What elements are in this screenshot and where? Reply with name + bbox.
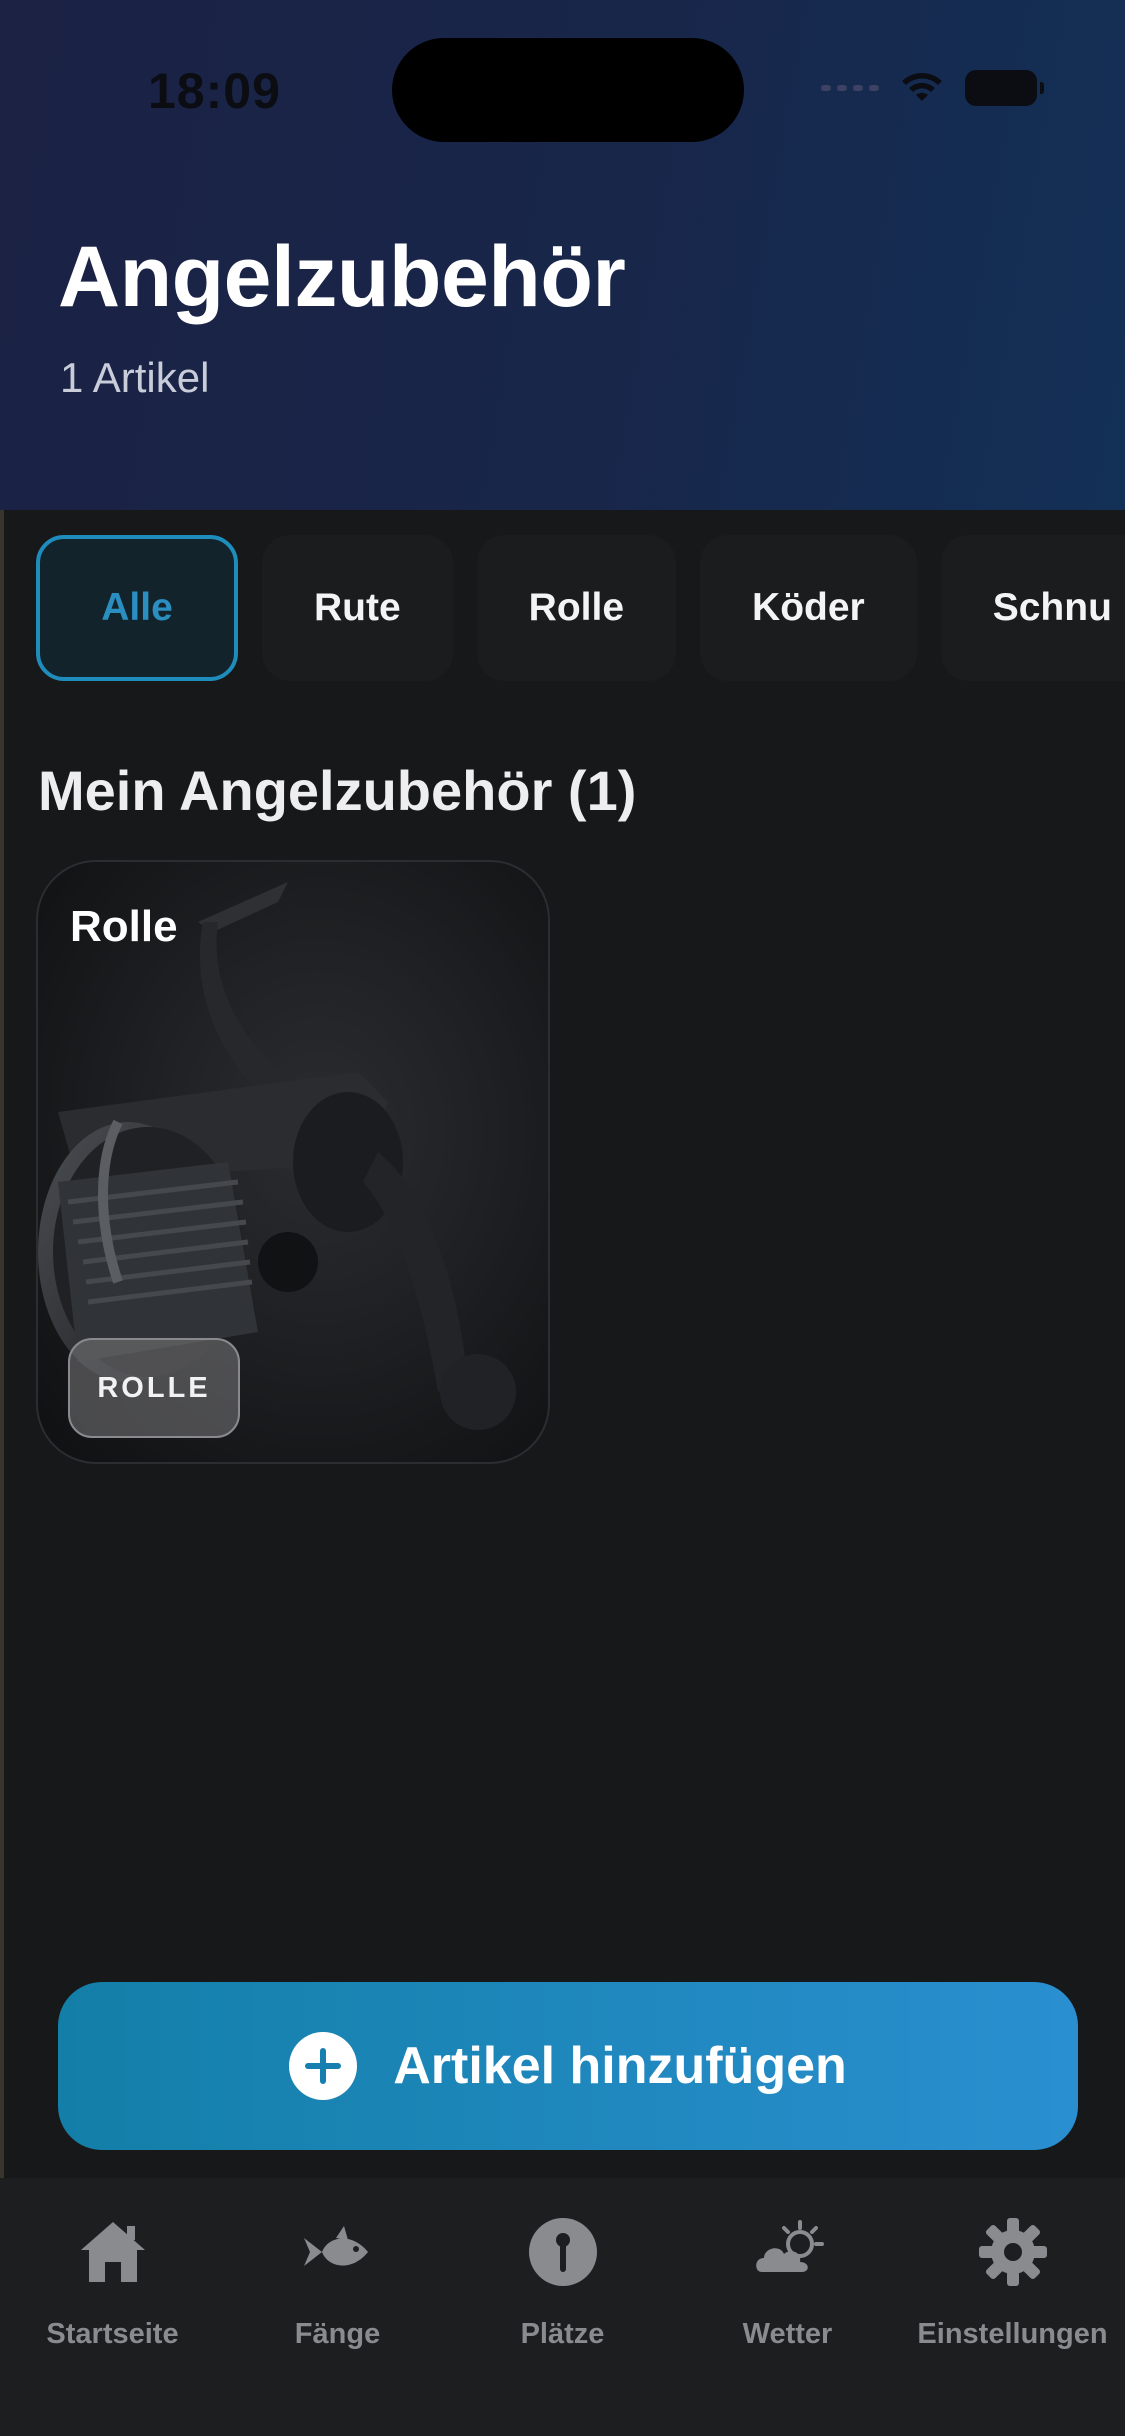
tab-bar: Startseite Fänge Plätze Wetter Einstellu… <box>0 2178 1125 2436</box>
item-count: 1 Artikel <box>60 354 210 401</box>
category-badge: ROLLE <box>68 1338 240 1438</box>
tab-einstellungen[interactable]: Einstellungen <box>900 2178 1125 2436</box>
map-pin-icon <box>528 2218 597 2286</box>
tab-plaetze[interactable]: Plätze <box>450 2178 675 2436</box>
tab-faenge[interactable]: Fänge <box>225 2178 450 2436</box>
filter-chip-rute[interactable]: Rute <box>262 535 453 681</box>
signal-icon <box>821 85 879 91</box>
tab-label: Einstellungen <box>917 2318 1108 2350</box>
wifi-icon <box>902 73 942 101</box>
tab-label: Fänge <box>294 2318 381 2350</box>
gear-icon <box>978 2218 1047 2286</box>
filter-chip-schnur[interactable]: Schnu <box>940 535 1125 681</box>
gear-card[interactable]: Rolle ROLLE <box>36 860 550 1464</box>
category-filter-bar: Alle Rute Rolle Köder Schnu <box>36 535 1125 681</box>
tab-label: Plätze <box>520 2318 605 2350</box>
dynamic-island <box>392 38 744 142</box>
home-icon <box>80 2222 145 2282</box>
header: 18:09 Angelzubehör 1 Artikel <box>0 0 1125 510</box>
battery-icon <box>965 70 1044 106</box>
add-item-label: Artikel hinzufügen <box>393 2037 847 2095</box>
status-time: 18:09 <box>148 63 281 119</box>
tab-startseite[interactable]: Startseite <box>0 2178 225 2436</box>
gear-card-title: Rolle <box>70 902 178 951</box>
status-icons <box>821 70 1044 106</box>
tab-label: Startseite <box>46 2318 179 2350</box>
page-title: Angelzubehör <box>58 229 626 325</box>
screen: 18:09 Angelzubehör 1 Artikel Alle Rute R… <box>0 0 1125 2436</box>
section-title: Mein Angelzubehör (1) <box>38 759 637 822</box>
tab-wetter[interactable]: Wetter <box>675 2178 900 2436</box>
filter-chip-rolle[interactable]: Rolle <box>476 535 677 681</box>
filter-chip-alle[interactable]: Alle <box>36 535 238 681</box>
tab-label: Wetter <box>742 2318 833 2350</box>
weather-icon <box>755 2220 824 2272</box>
plus-circle-icon <box>289 2032 358 2100</box>
add-item-button[interactable]: Artikel hinzufügen <box>58 1982 1078 2150</box>
fish-icon <box>303 2226 368 2266</box>
filter-chip-koeder[interactable]: Köder <box>700 535 917 681</box>
